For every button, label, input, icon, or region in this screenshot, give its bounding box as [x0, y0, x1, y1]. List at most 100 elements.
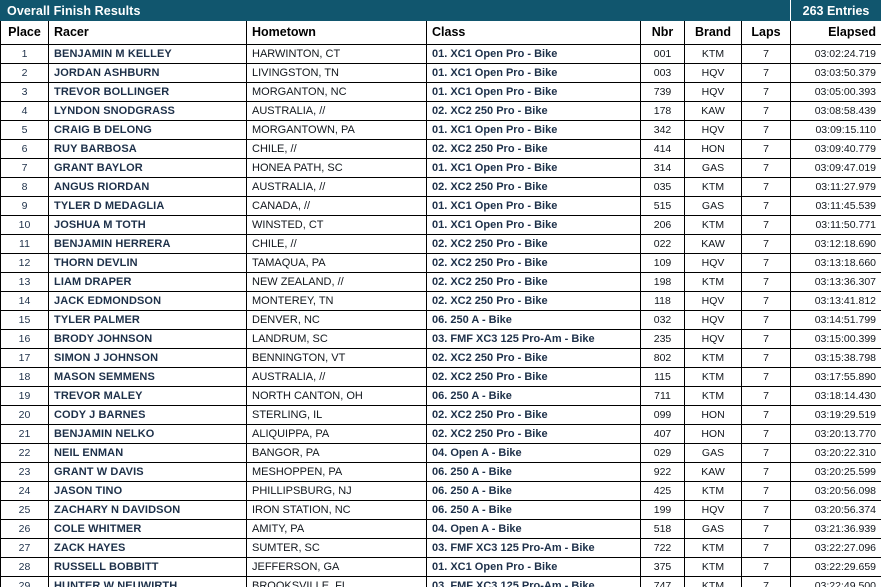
column-header-nbr[interactable]: Nbr	[640, 21, 685, 45]
cell-brand: KAW	[684, 100, 742, 121]
table-row[interactable]: 8 ANGUS RIORDAN AUSTRALIA, //02. XC2 250 P…	[0, 176, 881, 197]
table-row[interactable]: 21 BENJAMIN NELKO ALIQUIPPA, PA 02. XC2 250…	[0, 423, 881, 444]
cell-laps: 7	[741, 442, 791, 463]
column-header-place[interactable]: Place	[0, 21, 49, 45]
cell-klass: 03. FMF XC3 125 Pro-Am - Bike	[426, 575, 641, 587]
results-table: Place Racer Hometown Class Nbr Brand Lap…	[0, 21, 881, 587]
table-row[interactable]: 19 TREVOR MALEY NORTH CANTON, OH 06. 250 A …	[0, 385, 881, 406]
cell-nbr: 342	[640, 119, 685, 140]
table-row[interactable]: 26 COLE WHITMER AMITY, PA 04. Open A - Bike…	[0, 518, 881, 539]
cell-hometown: CANADA, //	[246, 195, 427, 216]
cell-brand: HQV	[684, 81, 742, 102]
cell-hometown: WINSTED, CT	[246, 214, 427, 235]
table-row[interactable]: 14 JACK EDMONDSON MONTEREY, TN 02. XC2 250 …	[0, 290, 881, 311]
cell-klass: 02. XC2 250 Pro - Bike	[426, 271, 641, 292]
cell-racer: BENJAMIN M KELLEY	[48, 43, 247, 64]
cell-nbr: 178	[640, 100, 685, 121]
cell-nbr: 001	[640, 43, 685, 64]
cell-place: 11	[0, 233, 49, 254]
cell-laps: 7	[741, 461, 791, 482]
cell-brand: KTM	[684, 176, 742, 197]
cell-racer: NEIL ENMAN	[48, 442, 247, 463]
table-row[interactable]: 18 MASON SEMMENS AUSTRALIA, //02. XC2 250 …	[0, 366, 881, 387]
cell-brand: HQV	[684, 499, 742, 520]
table-row[interactable]: 15 TYLER PALMER DENVER, NC 06. 250 A - Bike…	[0, 309, 881, 330]
column-header-brand[interactable]: Brand	[684, 21, 742, 45]
cell-laps: 7	[741, 81, 791, 102]
entries-count-cell: 263 Entries	[790, 0, 881, 21]
cell-hometown: MESHOPPEN, PA	[246, 461, 427, 482]
cell-place: 4	[0, 100, 49, 121]
cell-hometown: LANDRUM, SC	[246, 328, 427, 349]
cell-brand: HQV	[684, 290, 742, 311]
cell-elapsed: 03:17:55.890	[790, 366, 881, 387]
table-row[interactable]: 28 RUSSELL BOBBITT JEFFERSON, GA 01. XC1 Op…	[0, 556, 881, 577]
table-row[interactable]: 6 RUY BARBOSA CHILE, //02. XC2 250 Pro - B…	[0, 138, 881, 159]
cell-place: 7	[0, 157, 49, 178]
cell-hometown: BROOKSVILLE, FL	[246, 575, 427, 587]
table-row[interactable]: 13 LIAM DRAPER NEW ZEALAND, //02. XC2 250 …	[0, 271, 881, 292]
table-row[interactable]: 2 JORDAN ASHBURN LIVINGSTON, TN 01. XC1 Ope…	[0, 62, 881, 83]
cell-laps: 7	[741, 518, 791, 539]
entries-count: 263 Entries	[802, 3, 870, 18]
cell-hometown: NORTH CANTON, OH	[246, 385, 427, 406]
cell-nbr: 407	[640, 423, 685, 444]
cell-laps: 7	[741, 100, 791, 121]
cell-racer: JASON TINO	[48, 480, 247, 501]
table-row[interactable]: 5 CRAIG B DELONG MORGANTOWN, PA 01. XC1 Ope…	[0, 119, 881, 140]
overall-finish-results-panel: Overall Finish Results 263 Entries Place…	[0, 0, 881, 587]
cell-elapsed: 03:22:27.096	[790, 537, 881, 558]
table-row[interactable]: 20 CODY J BARNES STERLING, IL 02. XC2 250 P…	[0, 404, 881, 425]
cell-laps: 7	[741, 404, 791, 425]
cell-place: 24	[0, 480, 49, 501]
column-header-racer[interactable]: Racer	[48, 21, 247, 45]
cell-elapsed: 03:03:50.379	[790, 62, 881, 83]
table-row[interactable]: 27 ZACK HAYES SUMTER, SC 03. FMF XC3 125 Pr…	[0, 537, 881, 558]
table-row[interactable]: 17 SIMON J JOHNSON BENNINGTON, VT 02. XC2 2…	[0, 347, 881, 368]
cell-nbr: 425	[640, 480, 685, 501]
table-row[interactable]: 29 HUNTER W NEUWIRTH BROOKSVILLE, FL 03. FM…	[0, 575, 881, 587]
cell-place: 6	[0, 138, 49, 159]
results-title-bar: Overall Finish Results 263 Entries	[0, 0, 881, 21]
cell-brand: KTM	[684, 43, 742, 64]
table-row[interactable]: 25 ZACHARY N DAVIDSON IRON STATION, NC 06. …	[0, 499, 881, 520]
cell-nbr: 198	[640, 271, 685, 292]
cell-klass: 06. 250 A - Bike	[426, 309, 641, 330]
cell-elapsed: 03:13:18.660	[790, 252, 881, 273]
cell-elapsed: 03:15:00.399	[790, 328, 881, 349]
cell-klass: 06. 250 A - Bike	[426, 480, 641, 501]
column-header-elapsed[interactable]: Elapsed	[790, 21, 881, 45]
table-row[interactable]: 1 BENJAMIN M KELLEY HARWINTON, CT 01. XC1 O…	[0, 43, 881, 64]
column-header-class[interactable]: Class	[426, 21, 641, 45]
table-row[interactable]: 10 JOSHUA M TOTH WINSTED, CT 01. XC1 Open P…	[0, 214, 881, 235]
cell-place: 23	[0, 461, 49, 482]
table-row[interactable]: 9 TYLER D MEDAGLIA CANADA, //01. XC1 Open …	[0, 195, 881, 216]
column-header-hometown[interactable]: Hometown	[246, 21, 427, 45]
cell-laps: 7	[741, 366, 791, 387]
cell-laps: 7	[741, 537, 791, 558]
cell-elapsed: 03:11:50.771	[790, 214, 881, 235]
column-header-laps[interactable]: Laps	[741, 21, 791, 45]
table-row[interactable]: 4 LYNDON SNODGRASS AUSTRALIA, //02. XC2 25…	[0, 100, 881, 121]
table-row[interactable]: 16 BRODY JOHNSON LANDRUM, SC 03. FMF XC3 12…	[0, 328, 881, 349]
cell-racer: MASON SEMMENS	[48, 366, 247, 387]
cell-nbr: 109	[640, 252, 685, 273]
table-row[interactable]: 7 GRANT BAYLOR HONEA PATH, SC 01. XC1 Open …	[0, 157, 881, 178]
cell-place: 18	[0, 366, 49, 387]
table-row[interactable]: 12 THORN DEVLIN TAMAQUA, PA 02. XC2 250 Pro…	[0, 252, 881, 273]
cell-racer: LYNDON SNODGRASS	[48, 100, 247, 121]
cell-elapsed: 03:20:25.599	[790, 461, 881, 482]
cell-laps: 7	[741, 176, 791, 197]
table-row[interactable]: 24 JASON TINO PHILLIPSBURG, NJ 06. 250 A - …	[0, 480, 881, 501]
cell-place: 17	[0, 347, 49, 368]
cell-racer: ZACHARY N DAVIDSON	[48, 499, 247, 520]
cell-nbr: 032	[640, 309, 685, 330]
table-row[interactable]: 23 GRANT W DAVIS MESHOPPEN, PA 06. 250 A - …	[0, 461, 881, 482]
cell-nbr: 118	[640, 290, 685, 311]
cell-racer: GRANT W DAVIS	[48, 461, 247, 482]
table-row[interactable]: 22 NEIL ENMAN BANGOR, PA 04. Open A - Bike 0…	[0, 442, 881, 463]
table-row[interactable]: 11 BENJAMIN HERRERA CHILE, //02. XC2 250 P…	[0, 233, 881, 254]
cell-brand: KTM	[684, 556, 742, 577]
table-row[interactable]: 3 TREVOR BOLLINGER MORGANTON, NC 01. XC1 Op…	[0, 81, 881, 102]
cell-hometown: AUSTRALIA, //	[246, 176, 427, 197]
